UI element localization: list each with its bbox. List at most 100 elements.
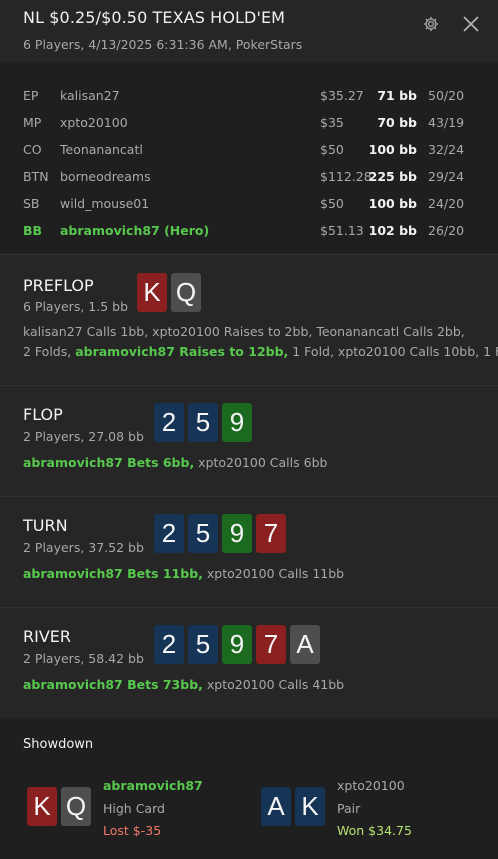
action-text: 2 Folds,	[23, 344, 76, 359]
player-stack: $35	[320, 115, 344, 130]
street-title: RIVER	[23, 627, 72, 646]
playing-card: A	[290, 625, 320, 664]
player-stack: $112.28	[320, 169, 372, 184]
hole-cards: K Q	[137, 273, 201, 312]
player-stats: 26/20	[428, 223, 465, 238]
hero-player-row[interactable]: BB abramovich87 (Hero) $51.13 102 bb 26/…	[0, 221, 498, 241]
hand-title: NL $0.25/$0.50 TEXAS HOLD'EM	[23, 8, 286, 27]
street-actions: kalisan27 Calls 1bb, xpto20100 Raises to…	[23, 322, 498, 362]
action-line: 2 Folds, abramovich87 Raises to 12bb, 1 …	[23, 342, 498, 362]
villain-showdown-cards: A K	[261, 787, 325, 826]
hero-hand-rank: High Card	[103, 801, 165, 816]
player-name: kalisan27	[60, 88, 120, 103]
action-text: xpto20100 Calls 6bb	[194, 455, 328, 470]
board-cards: 2 5 9 7	[154, 514, 286, 553]
player-name: xpto20100	[60, 115, 128, 130]
street-actions: abramovich87 Bets 73bb, xpto20100 Calls …	[23, 675, 344, 695]
street-subtitle: 2 Players, 58.42 bb	[23, 651, 144, 666]
hero-showdown-cards: K Q	[27, 787, 91, 826]
board-cards: 2 5 9 7 A	[154, 625, 320, 664]
hand-subtitle: 6 Players, 4/13/2025 6:31:36 AM, PokerSt…	[23, 37, 303, 52]
villain-name: xpto20100	[337, 778, 405, 793]
player-row[interactable]: CO Teonanancatl $50 100 bb 32/24	[0, 140, 498, 160]
villain-hand-rank: Pair	[337, 801, 361, 816]
close-icon[interactable]	[461, 14, 481, 34]
player-name: wild_mouse01	[60, 196, 150, 211]
player-row[interactable]: MP xpto20100 $35 70 bb 43/19	[0, 113, 498, 133]
playing-card: 2	[154, 514, 184, 553]
player-stack: $35.27	[320, 88, 364, 103]
player-stats: 24/20	[428, 196, 465, 211]
street-flop: FLOP 2 Players, 27.08 bb 2 5 9 abramovic…	[0, 386, 498, 497]
hero-name: abramovich87	[103, 778, 203, 793]
player-name: Teonanancatl	[60, 142, 143, 157]
street-turn: TURN 2 Players, 37.52 bb 2 5 9 7 abramov…	[0, 497, 498, 608]
player-row[interactable]: SB wild_mouse01 $50 100 bb 24/20	[0, 194, 498, 214]
player-position: BB	[23, 223, 43, 238]
player-position: EP	[23, 88, 39, 103]
player-row[interactable]: EP kalisan27 $35.27 71 bb 50/20	[0, 86, 498, 106]
player-stack-bb: 102 bb	[368, 223, 417, 238]
player-stack-bb: 70 bb	[377, 115, 417, 130]
player-stack-bb: 71 bb	[377, 88, 417, 103]
street-subtitle: 6 Players, 1.5 bb	[23, 299, 129, 314]
street-actions: abramovich87 Bets 6bb, xpto20100 Calls 6…	[23, 453, 327, 473]
player-position: MP	[23, 115, 42, 130]
player-position: SB	[23, 196, 40, 211]
player-position: CO	[23, 142, 42, 157]
playing-card: K	[27, 787, 57, 826]
player-name: abramovich87 (Hero)	[60, 223, 210, 238]
street-river: RIVER 2 Players, 58.42 bb 2 5 9 7 A abra…	[0, 608, 498, 718]
player-name: borneodreams	[60, 169, 151, 184]
player-stack: $51.13	[320, 223, 364, 238]
street-title: TURN	[23, 516, 68, 535]
player-stack-bb: 100 bb	[368, 142, 417, 157]
street-actions: abramovich87 Bets 11bb, xpto20100 Calls …	[23, 564, 344, 584]
player-stack-bb: 100 bb	[368, 196, 417, 211]
playing-card: 7	[256, 625, 286, 664]
player-position: BTN	[23, 169, 49, 184]
street-preflop: PREFLOP 6 Players, 1.5 bb K Q kalisan27 …	[0, 256, 498, 386]
playing-card: 2	[154, 403, 184, 442]
playing-card: 5	[188, 625, 218, 664]
playing-card: 7	[256, 514, 286, 553]
player-stack: $50	[320, 142, 344, 157]
hero-action: abramovich87 Raises to 12bb,	[75, 344, 289, 359]
playing-card: K	[137, 273, 167, 312]
playing-card: Q	[61, 787, 91, 826]
street-subtitle: 2 Players, 27.08 bb	[23, 429, 144, 444]
playing-card: 5	[188, 403, 218, 442]
player-row[interactable]: BTN borneodreams $112.28 225 bb 29/24	[0, 167, 498, 187]
playing-card: 9	[222, 625, 252, 664]
action-text: xpto20100 Calls 11bb	[202, 566, 345, 581]
player-stats: 32/24	[428, 142, 465, 157]
gear-icon[interactable]	[422, 15, 440, 33]
playing-card: 2	[154, 625, 184, 664]
player-stack-bb: 225 bb	[368, 169, 417, 184]
showdown-title: Showdown	[23, 737, 94, 752]
player-stack: $50	[320, 196, 344, 211]
playing-card: 5	[188, 514, 218, 553]
action-line: kalisan27 Calls 1bb, xpto20100 Raises to…	[23, 324, 465, 339]
street-title: FLOP	[23, 405, 63, 424]
player-stats: 43/19	[428, 115, 465, 130]
action-text: xpto20100 Calls 41bb	[202, 677, 345, 692]
board-cards: 2 5 9	[154, 403, 252, 442]
street-subtitle: 2 Players, 37.52 bb	[23, 540, 144, 555]
playing-card: K	[295, 787, 325, 826]
action-text: 1 Fold, xpto20100 Calls 10bb, 1 Fold	[288, 344, 498, 359]
hero-result: Lost $-35	[103, 823, 162, 838]
player-stats: 50/20	[428, 88, 465, 103]
street-title: PREFLOP	[23, 276, 94, 295]
showdown-panel: Showdown K Q abramovich87 High Card Lost…	[0, 718, 498, 859]
players-table: EP kalisan27 $35.27 71 bb 50/20 MP xpto2…	[0, 62, 498, 255]
playing-card: 9	[222, 514, 252, 553]
hero-action: abramovich87 Bets 6bb,	[23, 455, 195, 470]
playing-card: 9	[222, 403, 252, 442]
hand-header: NL $0.25/$0.50 TEXAS HOLD'EM 6 Players, …	[0, 0, 498, 62]
hero-action: abramovich87 Bets 11bb,	[23, 566, 203, 581]
playing-card: Q	[171, 273, 201, 312]
player-stats: 29/24	[428, 169, 465, 184]
hero-action: abramovich87 Bets 73bb,	[23, 677, 203, 692]
playing-card: A	[261, 787, 291, 826]
